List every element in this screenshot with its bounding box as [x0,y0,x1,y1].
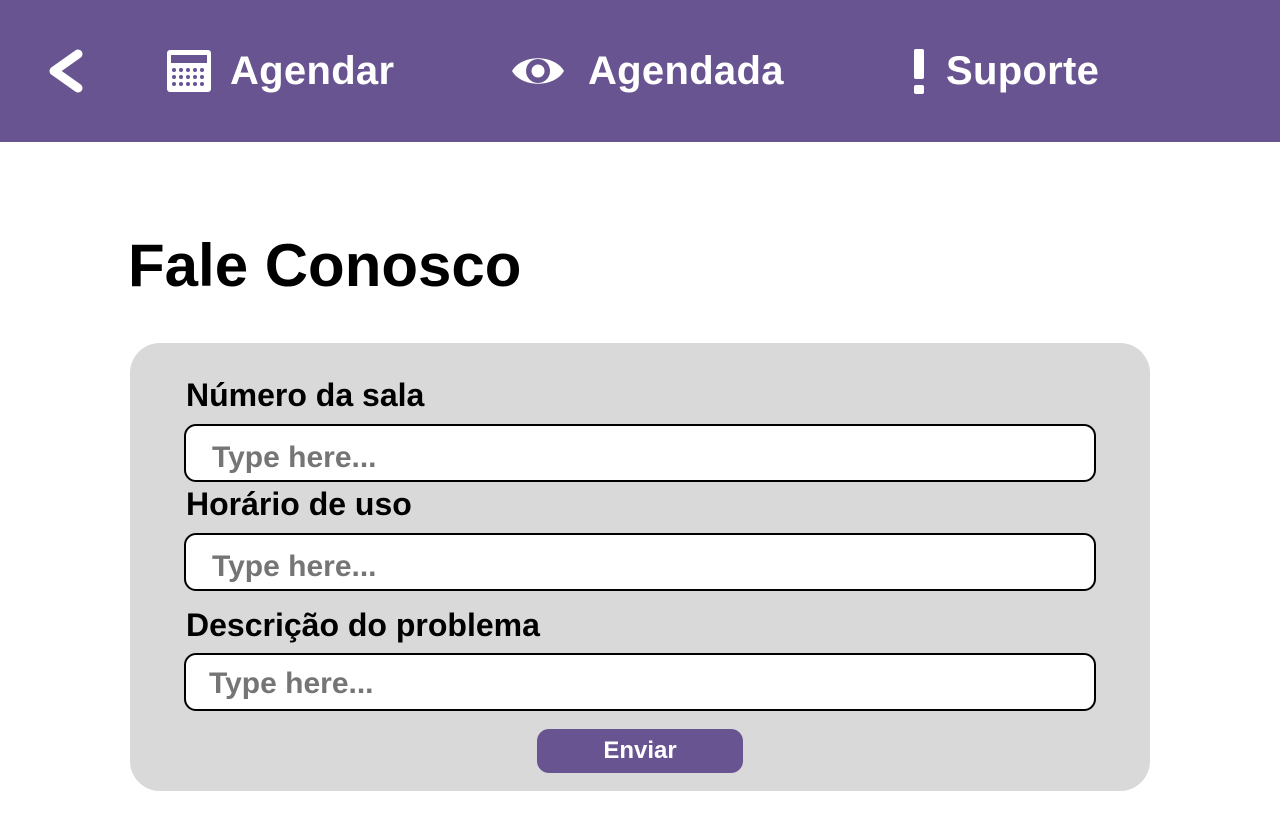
usage-time-label: Horário de uso [186,486,412,522]
back-button[interactable] [40,46,88,96]
usage-time-input[interactable] [184,533,1096,591]
room-number-input[interactable] [184,424,1096,482]
eye-icon [510,51,566,91]
exclamation-icon [908,47,930,95]
nav-item-suporte[interactable]: Suporte [908,42,1099,100]
chevron-left-icon [49,49,83,93]
support-form: Número da sala Horário de uso Descrição … [130,343,1150,791]
nav-item-agendar[interactable]: Agendar [166,42,394,100]
nav-label-agendar: Agendar [230,48,395,93]
page-title: Fale Conosco [128,232,522,299]
problem-description-input[interactable] [184,653,1096,711]
nav-label-agendada: Agendada [588,48,784,93]
room-number-label: Número da sala [186,377,425,413]
nav-label-suporte: Suporte [946,48,1100,93]
submit-button[interactable]: Enviar [537,729,743,773]
calendar-icon [166,48,212,94]
top-navigation-bar: Agendar Agendada Suporte [0,0,1280,142]
nav-item-agendada[interactable]: Agendada [510,42,784,100]
problem-description-label: Descrição do problema [186,607,540,643]
